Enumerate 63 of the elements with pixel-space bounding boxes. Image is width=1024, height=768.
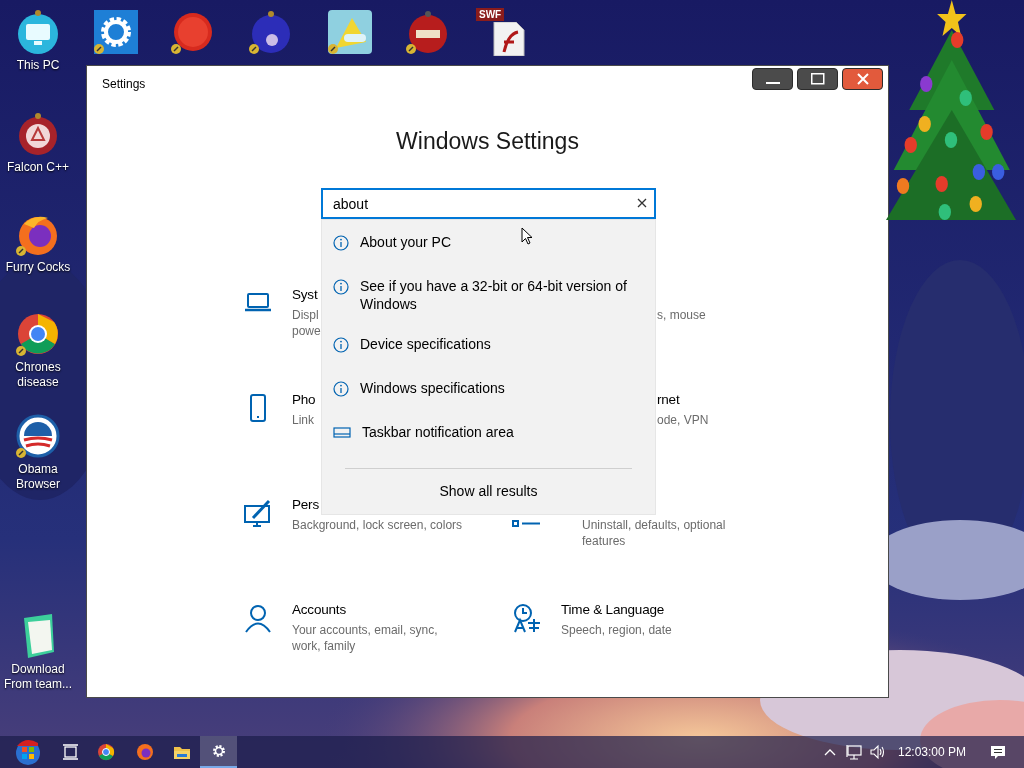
gear-icon[interactable]	[92, 8, 140, 56]
category-description: Background, lock screen, colors	[292, 517, 463, 533]
task-view-icon	[62, 743, 80, 761]
window-title: Settings	[102, 76, 146, 93]
category-description: Displ	[292, 307, 320, 323]
minimize-icon	[765, 82, 780, 84]
category-title[interactable]: Time & Language	[561, 601, 672, 619]
category-description: powe	[292, 323, 321, 339]
icon-label[interactable]: This PC	[0, 58, 77, 73]
network-icon[interactable]	[845, 744, 863, 760]
show-all-link[interactable]: Show all results	[439, 481, 538, 502]
category-title[interactable]: Pho	[292, 391, 316, 409]
icon-label[interactable]: Falcon C++	[0, 160, 77, 175]
clear-icon[interactable]	[637, 198, 647, 208]
suggestion-item[interactable]: See if you have a 32-bit or 64-bit version of Windows	[322, 266, 655, 324]
category-description: features	[582, 533, 627, 549]
category-description: work, family	[292, 638, 357, 654]
category-title[interactable]: rnet	[657, 391, 709, 409]
suggestion-item[interactable]: Device specifications	[322, 324, 655, 368]
category-description: Speech, region, date	[561, 622, 672, 638]
search-field[interactable]: about	[321, 188, 656, 219]
category-description: Uninstall, defaults, optional	[582, 517, 726, 533]
volume-icon[interactable]	[869, 744, 886, 760]
close-button[interactable]	[842, 68, 883, 90]
circle-logo-icon[interactable]	[14, 412, 62, 460]
info-icon	[333, 381, 349, 397]
category-description: s, mouse	[657, 307, 706, 323]
category-description: Your accounts, email, sync,	[292, 622, 438, 638]
suggestion-item[interactable]: Windows specifications	[322, 368, 655, 412]
icon-label[interactable]: Obama Browser	[0, 462, 77, 492]
pointer-icon	[521, 227, 533, 245]
category-description: ode, VPN	[657, 412, 709, 428]
clock[interactable]: 12:03:00 PM	[897, 743, 966, 761]
icon-label[interactable]: Download From team...	[0, 662, 77, 692]
suggestion-item[interactable]: About your PC	[322, 222, 655, 266]
browser-icon	[97, 743, 115, 761]
minimize-button[interactable]	[752, 68, 793, 90]
taskbar-button[interactable]	[200, 736, 237, 768]
monitor-brush-icon[interactable]	[243, 498, 273, 528]
notification-icon[interactable]	[990, 744, 1006, 760]
start-orb-icon	[14, 738, 42, 766]
info-icon	[333, 337, 349, 353]
list-icon[interactable]	[512, 520, 542, 527]
icon-label[interactable]: Chrones disease	[0, 360, 77, 390]
maximize-icon	[810, 73, 825, 85]
person-icon[interactable]	[243, 603, 273, 633]
browser-icon	[135, 743, 154, 761]
suggestion-item[interactable]: Taskbar notification area	[322, 412, 655, 456]
chevron-up-icon[interactable]	[823, 747, 836, 757]
taskbar-icon	[333, 424, 351, 440]
clock-letters-icon[interactable]	[512, 603, 542, 633]
info-icon	[333, 279, 349, 295]
page-heading: Windows Settings	[396, 128, 579, 154]
maximize-button[interactable]	[797, 68, 838, 90]
category-title[interactable]: Syst	[292, 286, 321, 304]
info-icon	[333, 235, 349, 251]
app-tile-icon[interactable]	[326, 8, 374, 56]
close-icon	[856, 73, 869, 85]
category-description: Link	[292, 412, 315, 428]
icon-label[interactable]: Furry Cocks	[0, 260, 77, 275]
file-type-badge: SWF	[476, 8, 505, 21]
category-title[interactable]: Accounts	[292, 601, 438, 619]
gear-icon	[210, 743, 227, 759]
